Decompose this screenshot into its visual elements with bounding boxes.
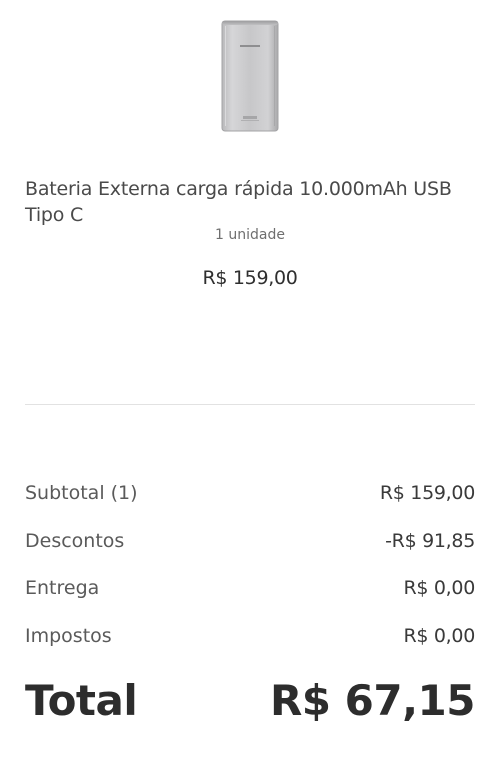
total-value: R$ 67,15 xyxy=(269,676,476,725)
subtotal-label: Subtotal (1) xyxy=(25,482,138,504)
taxes-value: R$ 0,00 xyxy=(403,625,475,647)
taxes-label: Impostos xyxy=(25,625,112,647)
product-price: R$ 159,00 xyxy=(202,267,298,289)
section-divider xyxy=(25,404,475,405)
total-row: Total R$ 67,15 xyxy=(25,676,476,725)
product-name[interactable]: Bateria Externa carga rápida 10.000mAh U… xyxy=(25,176,485,228)
subtotal-row: Subtotal (1) R$ 159,00 xyxy=(25,482,475,504)
discounts-label: Descontos xyxy=(25,530,125,552)
delivery-row: Entrega R$ 0,00 xyxy=(25,577,475,599)
taxes-row: Impostos R$ 0,00 xyxy=(25,625,475,647)
delivery-value: R$ 0,00 xyxy=(403,577,475,599)
subtotal-value: R$ 159,00 xyxy=(379,482,475,504)
delivery-label: Entrega xyxy=(25,577,100,599)
total-label: Total xyxy=(25,676,138,725)
discounts-row: Descontos -R$ 91,85 xyxy=(25,530,475,552)
power-bank-image xyxy=(221,20,279,132)
discounts-value: -R$ 91,85 xyxy=(385,530,475,552)
product-quantity: 1 unidade xyxy=(215,227,285,243)
product-image[interactable] xyxy=(221,20,279,132)
